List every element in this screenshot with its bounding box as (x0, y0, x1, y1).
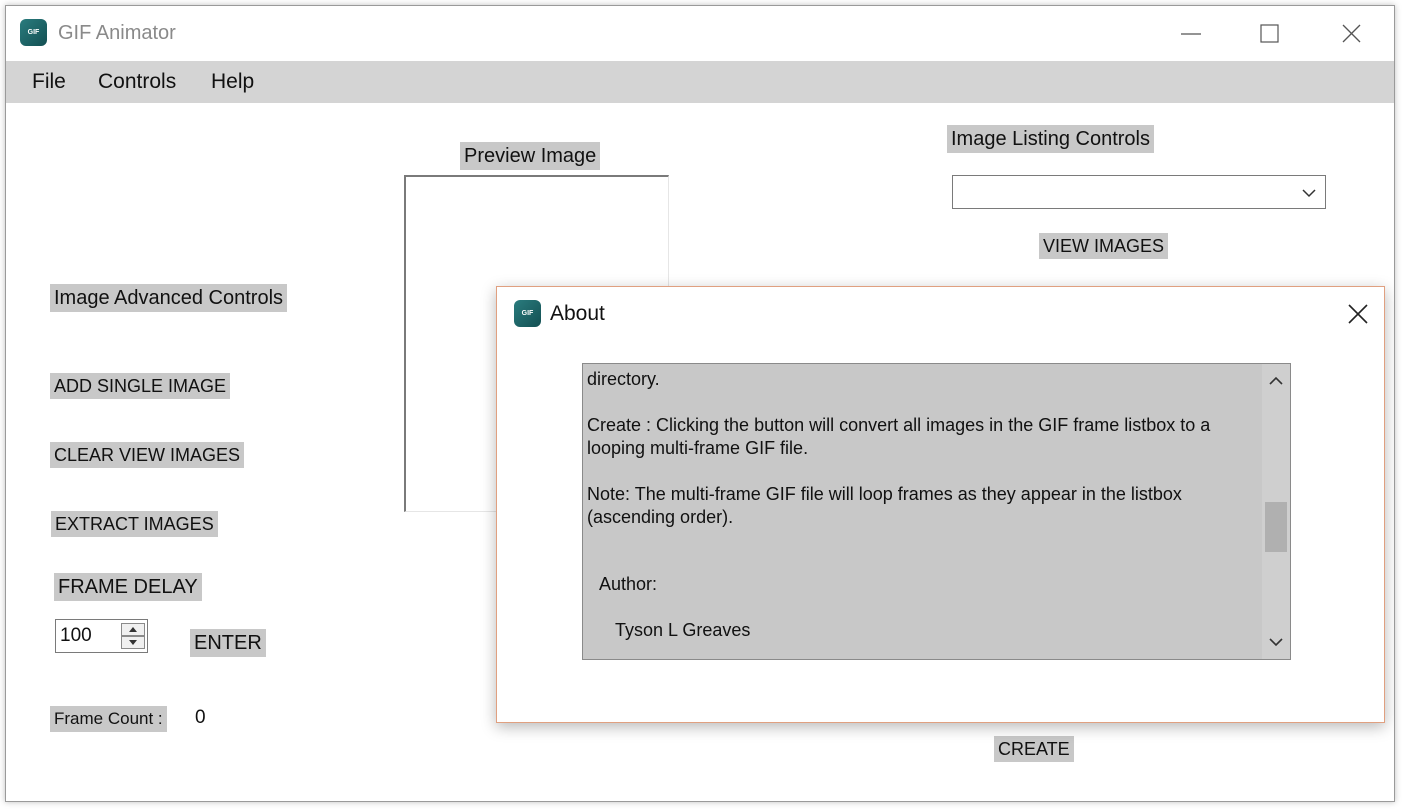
menu-bar: File Controls Help (6, 61, 1394, 103)
maximize-icon (1260, 24, 1279, 43)
frame-delay-label: FRAME DELAY (54, 573, 202, 601)
close-icon (1348, 304, 1368, 324)
view-images-button[interactable]: VIEW IMAGES (1039, 233, 1169, 259)
close-icon (1342, 24, 1361, 43)
about-dialog-title: About (550, 302, 605, 325)
about-line: Note: The multi-frame GIF file will loop… (587, 484, 1182, 527)
listing-controls-label: Image Listing Controls (947, 125, 1154, 153)
stepper-arrows-icon (121, 623, 145, 649)
chevron-down-icon (1302, 189, 1316, 198)
window-title: GIF Animator (58, 22, 176, 44)
add-single-image-button[interactable]: ADD SINGLE IMAGE (50, 373, 231, 399)
frame-delay-value[interactable]: 100 (60, 625, 92, 647)
menu-help[interactable]: Help (211, 70, 254, 94)
about-line: directory. (587, 369, 660, 389)
frame-delay-stepper[interactable]: 100 (55, 619, 148, 653)
title-bar[interactable]: GIF GIF Animator (6, 6, 1394, 61)
minimize-button[interactable] (1161, 14, 1221, 54)
preview-label: Preview Image (460, 142, 601, 170)
app-icon: GIF (20, 19, 47, 46)
about-close-button[interactable] (1336, 297, 1380, 333)
about-line: Create : Clicking the button will conver… (587, 415, 1211, 458)
frame-count-label: Frame Count : (50, 706, 167, 732)
chevron-up-icon[interactable] (1262, 368, 1290, 394)
menu-controls[interactable]: Controls (98, 70, 176, 94)
enter-button[interactable]: ENTER (190, 629, 266, 657)
image-listing-dropdown[interactable] (952, 175, 1326, 209)
frame-count-value: 0 (195, 707, 206, 728)
main-window: GIF GIF Animator File Controls Help Prev… (5, 5, 1395, 802)
maximize-button[interactable] (1240, 14, 1300, 54)
about-line: Author: (599, 574, 658, 594)
minimize-icon (1181, 33, 1201, 35)
menu-file[interactable]: File (32, 70, 66, 94)
about-line: Tyson L Greaves (615, 620, 751, 640)
advanced-controls-label: Image Advanced Controls (50, 284, 288, 312)
chevron-down-icon[interactable] (1262, 629, 1290, 655)
about-text-box[interactable]: directory. Create : Clicking the button … (582, 363, 1291, 660)
dialog-app-icon: GIF (514, 300, 541, 327)
create-button[interactable]: CREATE (994, 736, 1074, 762)
close-button[interactable] (1322, 14, 1382, 54)
about-dialog: GIF About directory. Create : Clicking t… (496, 286, 1385, 723)
clear-view-images-button[interactable]: CLEAR VIEW IMAGES (50, 442, 245, 468)
scroll-thumb[interactable] (1265, 502, 1287, 552)
about-text-content: directory. Create : Clicking the button … (587, 368, 1252, 642)
extract-images-button[interactable]: EXTRACT IMAGES (51, 511, 218, 537)
stepper-buttons[interactable] (121, 623, 145, 649)
about-scrollbar[interactable] (1262, 364, 1290, 659)
